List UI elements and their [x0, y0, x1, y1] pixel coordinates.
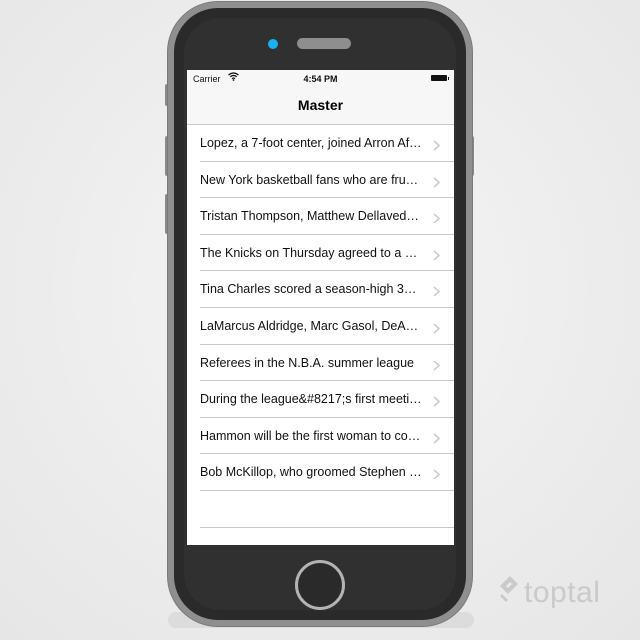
list-item-label: The Knicks on Thursday agreed to a deal [200, 245, 422, 260]
list-item-label: Tristan Thompson, Matthew Dellavedova [200, 209, 422, 224]
brand-logo: toptal [498, 574, 600, 612]
list-item-label: Lopez, a 7-foot center, joined Arron Aff… [200, 136, 422, 150]
list-item[interactable]: The Knicks on Thursday agreed to a deal [200, 235, 454, 272]
list-item[interactable]: Referees in the N.B.A. summer league [200, 345, 454, 382]
list-item[interactable]: During the league&#8217;s first meeting [200, 381, 454, 418]
list-item[interactable]: Hammon will be the first woman to coach [200, 418, 454, 455]
toptal-logo-icon [498, 574, 520, 612]
chevron-right-icon [433, 211, 441, 229]
chevron-right-icon [433, 358, 441, 376]
list-item-label: Tina Charles scored a season-high 30 poi… [200, 282, 422, 297]
list-item-label: Bob McKillop, who groomed Stephen Curry [200, 465, 422, 480]
list-item[interactable]: Lopez, a 7-foot center, joined Arron Aff… [200, 125, 454, 162]
status-bar: Carrier 4:54 PM [187, 70, 454, 88]
brand-name: toptal [524, 576, 601, 609]
empty-row [200, 491, 454, 528]
master-list: Lopez, a 7-foot center, joined Arron Aff… [187, 125, 454, 528]
list-item-label: LaMarcus Aldridge, Marc Gasol, DeAndre J… [200, 318, 422, 333]
volume-up-button [165, 136, 171, 176]
list-item-label: During the league&#8217;s first meeting [200, 392, 422, 407]
navigation-bar: Master [187, 88, 454, 125]
chevron-right-icon [433, 394, 441, 412]
list-item[interactable]: Tina Charles scored a season-high 30 poi… [200, 271, 454, 308]
list-item[interactable]: LaMarcus Aldridge, Marc Gasol, DeAndre J… [200, 308, 454, 345]
home-button[interactable] [295, 560, 345, 610]
phone-screen: Carrier 4:54 PM Master Lopez, a 7-foot c… [187, 70, 454, 545]
battery-icon [431, 75, 449, 81]
chevron-right-icon [433, 321, 441, 339]
list-item-label: Hammon will be the first woman to coach [200, 428, 422, 443]
list-item-label: Referees in the N.B.A. summer league [200, 355, 414, 370]
chevron-right-icon [433, 248, 441, 266]
chevron-right-icon [433, 284, 441, 302]
chevron-right-icon [433, 138, 441, 156]
speaker-grille [297, 38, 351, 49]
list-item-label: New York basketball fans who are frustra… [200, 172, 422, 187]
list-item[interactable]: New York basketball fans who are frustra… [200, 162, 454, 199]
volume-down-button [165, 194, 171, 234]
clock-time: 4:54 PM [303, 74, 338, 84]
chevron-right-icon [433, 431, 441, 449]
chevron-right-icon [433, 175, 441, 193]
chevron-right-icon [433, 467, 441, 485]
list-item[interactable]: Tristan Thompson, Matthew Dellavedova [200, 198, 454, 235]
power-button [468, 136, 474, 176]
camera-icon [268, 39, 278, 49]
page-title: Master [297, 97, 344, 113]
list-item[interactable]: Bob McKillop, who groomed Stephen Curry [200, 454, 454, 491]
mute-switch [165, 84, 171, 106]
